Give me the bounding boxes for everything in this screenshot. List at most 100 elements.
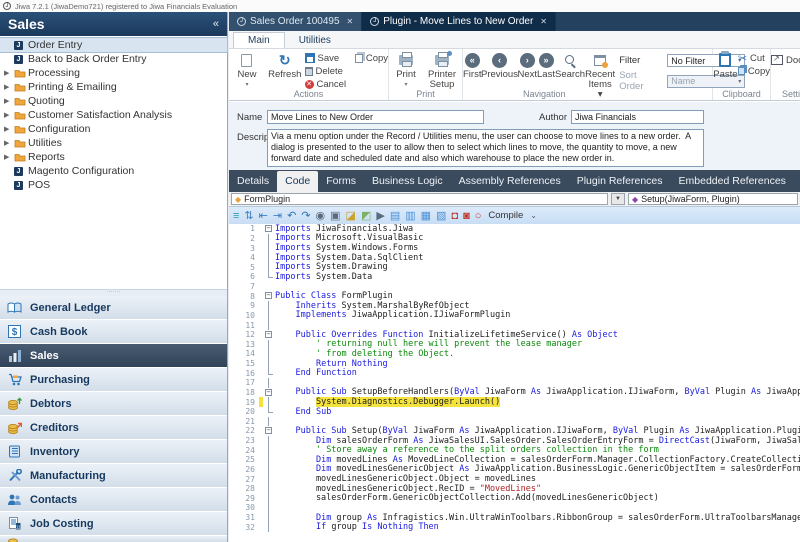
- dock-button[interactable]: Dock A: [771, 54, 800, 66]
- sidebar-item-quoting[interactable]: ▶Quoting: [0, 94, 227, 108]
- expand-arrow-icon[interactable]: ▶: [4, 153, 14, 161]
- module-item-inventory[interactable]: Inventory: [0, 440, 227, 463]
- expand-arrow-icon[interactable]: ▶: [4, 83, 14, 91]
- name-field[interactable]: [267, 110, 484, 124]
- code-text[interactable]: System.Diagnostics.Debugger.Launch(): [275, 397, 800, 407]
- method-combobox[interactable]: ◆ Setup(JiwaForm, Plugin): [628, 193, 798, 205]
- expand-arrow-icon[interactable]: ▶: [4, 125, 14, 133]
- sidebar-splitter[interactable]: ·······: [0, 289, 227, 296]
- class-combobox[interactable]: ◆ FormPlugin: [231, 193, 608, 205]
- code-text[interactable]: Public Sub Setup(ByVal JiwaForm As JiwaA…: [275, 426, 800, 436]
- expand-arrow-icon[interactable]: ▶: [4, 111, 14, 119]
- next-button[interactable]: › Next: [517, 51, 537, 80]
- bookmark-next-icon[interactable]: ▥: [405, 209, 415, 223]
- refresh-button[interactable]: ↻ Refresh: [265, 51, 305, 80]
- module-item-purchasing[interactable]: Purchasing: [0, 368, 227, 391]
- sort-lines-icon[interactable]: ⇅: [244, 209, 253, 223]
- code-text[interactable]: If group Is Nothing Then: [275, 522, 800, 532]
- sidebar-item-configuration[interactable]: ▶Configuration: [0, 122, 227, 136]
- code-text[interactable]: Imports Microsoft.VisualBasic: [275, 233, 800, 243]
- class-combobox-dropdown[interactable]: ▼: [611, 193, 625, 205]
- tab-sales-order[interactable]: J Sales Order 100495 ✕: [229, 12, 362, 31]
- plugin-tab-embedded-references[interactable]: Embedded References: [671, 171, 794, 192]
- indent-icon[interactable]: ⇥: [273, 209, 282, 223]
- sidebar-item-utilities[interactable]: ▶Utilities: [0, 136, 227, 150]
- printer-setup-button[interactable]: Printer Setup: [423, 51, 461, 90]
- sidebar-item-printing-emailing[interactable]: ▶Printing & Emailing: [0, 80, 227, 94]
- bookmarks-clear-icon[interactable]: ▧: [436, 209, 446, 223]
- module-item-general-ledger[interactable]: General Ledger: [0, 296, 227, 319]
- module-item-cash-book[interactable]: $Cash Book: [0, 320, 227, 343]
- code-text[interactable]: movedLinesGenericObject.Object = movedLi…: [275, 474, 800, 484]
- code-text[interactable]: Dim group As Infragistics.Win.UltraWinTo…: [275, 513, 800, 523]
- code-text[interactable]: End Sub: [275, 407, 800, 417]
- expand-arrow-icon[interactable]: ▶: [4, 97, 14, 105]
- code-text[interactable]: Inherits System.MarshalByRefObject: [275, 301, 800, 311]
- tab-plugin-move-lines[interactable]: J Plugin - Move Lines to New Order ✕: [362, 12, 556, 31]
- sidebar-item-back-to-back-order-entry[interactable]: JBack to Back Order Entry: [0, 52, 227, 66]
- fold-toggle[interactable]: −: [263, 291, 275, 301]
- cursor-icon[interactable]: ▶: [376, 209, 384, 223]
- plugin-tab-details[interactable]: Details: [229, 171, 277, 192]
- collapse-box-icon[interactable]: −: [265, 427, 272, 434]
- code-text[interactable]: Imports System.Data.SqlClient: [275, 253, 800, 263]
- undo-icon[interactable]: ↶: [287, 209, 296, 223]
- previous-button[interactable]: ‹ Previous: [481, 51, 517, 80]
- fold-toggle[interactable]: −: [263, 330, 275, 340]
- collapse-box-icon[interactable]: −: [265, 389, 272, 396]
- code-text[interactable]: Public Class FormPlugin: [275, 291, 800, 301]
- expand-arrow-icon[interactable]: ▶: [4, 69, 14, 77]
- bookmark-prev-icon[interactable]: ▦: [421, 209, 431, 223]
- code-text[interactable]: Return Nothing: [275, 359, 800, 369]
- code-editor[interactable]: 1−Imports JiwaFinancials.Jiwa2Imports Mi…: [229, 224, 800, 542]
- replace-icon[interactable]: ▣: [330, 209, 340, 223]
- collapse-box-icon[interactable]: −: [265, 331, 272, 338]
- code-text[interactable]: Imports System.Data: [275, 272, 800, 282]
- close-tab-icon[interactable]: ✕: [540, 17, 547, 26]
- delete-button[interactable]: Delete: [305, 65, 355, 77]
- expand-arrow-icon[interactable]: ▶: [4, 139, 14, 147]
- sidebar-item-magento-configuration[interactable]: JMagento Configuration: [0, 164, 227, 178]
- bookmark-toggle-icon[interactable]: ▤: [390, 209, 400, 223]
- sidebar-item-pos[interactable]: JPOS: [0, 178, 227, 192]
- sidebar-item-customer-satisfaction-analysis[interactable]: ▶Customer Satisfaction Analysis: [0, 108, 227, 122]
- code-text[interactable]: Dim salesOrderForm As JiwaSalesUI.SalesO…: [275, 436, 800, 446]
- search-button[interactable]: Search: [555, 51, 585, 80]
- plugin-tab-assembly-references[interactable]: Assembly References: [451, 171, 569, 192]
- code-text[interactable]: Imports JiwaFinancials.Jiwa: [275, 224, 800, 234]
- code-text[interactable]: ' Store away a reference to the split or…: [275, 445, 800, 455]
- cut-button[interactable]: ✂Cut: [738, 52, 770, 64]
- code-text[interactable]: Dim movedLinesGenericObject As JiwaAppli…: [275, 464, 800, 474]
- new-button[interactable]: New▾: [229, 51, 265, 90]
- plugin-tab-business-logic[interactable]: Business Logic: [364, 171, 451, 192]
- save-button[interactable]: Save: [305, 52, 355, 64]
- last-button[interactable]: » Last: [537, 51, 555, 80]
- sidebar-item-processing[interactable]: ▶Processing: [0, 66, 227, 80]
- code-text[interactable]: Public Sub SetupBeforeHandlers(ByVal Jiw…: [275, 387, 800, 397]
- first-button[interactable]: « First: [463, 51, 481, 80]
- outlining-icon[interactable]: ≡: [233, 209, 239, 223]
- author-field[interactable]: [571, 110, 704, 124]
- fold-toggle[interactable]: −: [263, 426, 275, 436]
- code-text[interactable]: Imports System.Drawing: [275, 262, 800, 272]
- description-field[interactable]: Via a menu option under the Record / Uti…: [267, 129, 704, 167]
- code-text[interactable]: Public Overrides Function InitializeLife…: [275, 330, 800, 340]
- plugin-tab-plugin-references[interactable]: Plugin References: [569, 171, 671, 192]
- code-text[interactable]: ' from deleting the Object.: [275, 349, 800, 359]
- fold-toggle[interactable]: −: [263, 224, 275, 234]
- ribbon-tab-main[interactable]: Main: [233, 32, 285, 48]
- fold-toggle[interactable]: −: [263, 388, 275, 398]
- code-text[interactable]: ' returning null here will prevent the l…: [275, 339, 800, 349]
- sidebar-item-order-entry[interactable]: JOrder Entry: [0, 38, 227, 52]
- module-item-contacts[interactable]: Contacts: [0, 488, 227, 511]
- module-item-manufacturing[interactable]: Manufacturing: [0, 464, 227, 487]
- code-text[interactable]: movedLinesGenericObject.RecID = "MovedLi…: [275, 484, 800, 494]
- plugin-tab-code[interactable]: Code: [277, 171, 318, 192]
- toolbar-overflow-icon[interactable]: ⌄: [530, 211, 537, 220]
- code-text[interactable]: salesOrderForm.GenericObjectCollection.A…: [275, 493, 800, 503]
- print-button[interactable]: Print▾: [389, 51, 423, 90]
- module-item-debtors[interactable]: Debtors: [0, 392, 227, 415]
- plugin-tab-forms[interactable]: Forms: [318, 171, 364, 192]
- module-item-partial[interactable]: [0, 536, 227, 542]
- copy-button[interactable]: Copy: [355, 52, 388, 64]
